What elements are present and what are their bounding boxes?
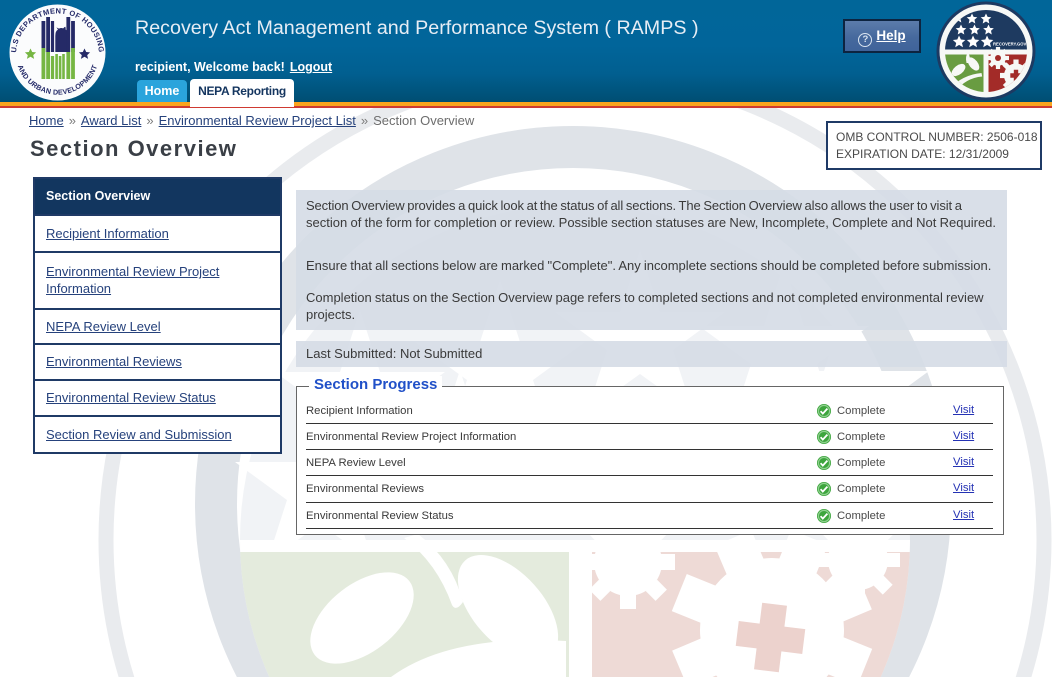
svg-text:RECOVERY.GOV: RECOVERY.GOV xyxy=(993,41,1027,46)
